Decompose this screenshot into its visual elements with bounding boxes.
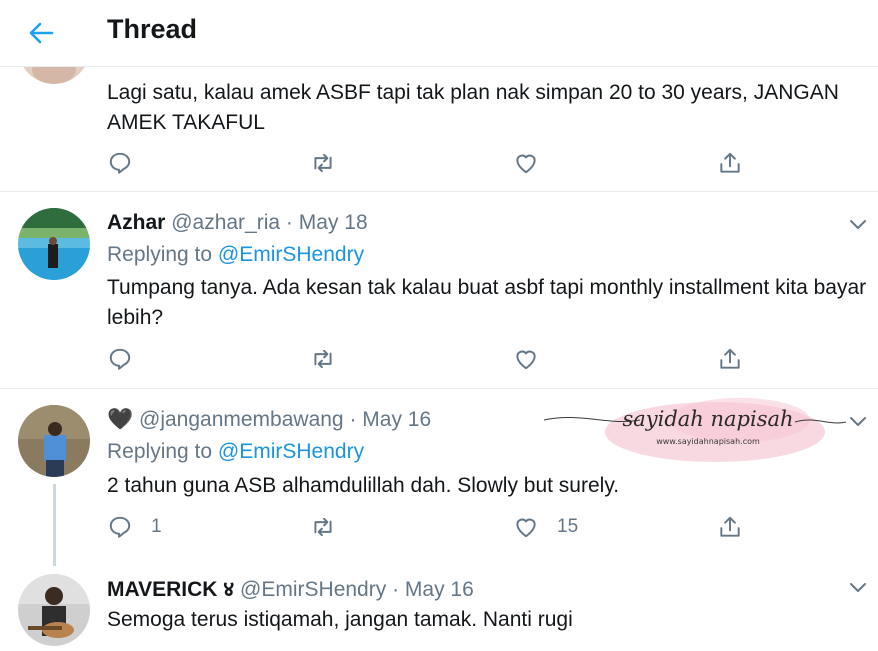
like-button[interactable] [513,345,539,373]
avatar[interactable] [18,208,90,280]
share-button[interactable] [717,345,743,373]
share-button[interactable] [717,513,743,541]
tweet-text: Lagi satu, kalau amek ASBF tapi tak plan… [107,81,839,134]
back-arrow-icon[interactable] [26,18,56,48]
tweet-text: Semoga terus istiqamah, jangan tamak. Na… [107,608,573,631]
replying-prefix: Replying to [107,440,213,463]
watermark-title: sayidah napisah [622,407,793,431]
replying-to: Replying to @EmirSHendry [107,243,364,267]
page-title: Thread [107,14,198,44]
tweet-meta: 🖤 @janganmembawang · May 16 [107,408,431,432]
mention-link[interactable]: @EmirSHendry [218,440,364,463]
watermark: sayidah napisah www.sayidahnapisah.com [540,382,850,470]
retweet-icon [314,349,332,369]
share-icon [720,152,740,173]
separator: · [285,211,293,234]
display-name[interactable]: 🖤 [107,408,133,431]
tweet-text: Tumpang tanya. Ada kesan tak kalau buat … [107,276,867,329]
retweet-button[interactable] [310,149,336,177]
heart-icon [516,154,536,174]
tweet-date[interactable]: May 16 [362,408,431,431]
tweet-date[interactable]: May 16 [405,578,474,601]
separator: · [349,408,357,431]
chevron-down-icon[interactable] [846,212,870,236]
mention-link[interactable]: @EmirSHendry [218,243,364,266]
share-icon [720,516,740,537]
share-button[interactable] [717,149,743,177]
heart-icon [516,518,536,538]
retweet-button[interactable] [310,513,336,541]
share-icon [720,348,740,369]
replying-prefix: Replying to [107,243,213,266]
tweet-2[interactable]: Azhar @azhar_ria · May 18 Replying to @E… [0,192,878,388]
retweet-icon [314,517,332,537]
retweet-icon [314,153,332,173]
retweet-button[interactable] [310,345,336,373]
thread-connector-line [53,484,56,566]
reply-button[interactable]: 1 [107,513,162,541]
user-handle[interactable]: @EmirSHendry [240,578,386,601]
reply-count: 1 [151,516,162,537]
reply-icon [109,348,131,370]
avatar[interactable] [18,405,90,477]
user-handle[interactable]: @azhar_ria [171,211,280,234]
reply-button[interactable] [107,149,133,177]
user-handle[interactable]: @janganmembawang [139,408,344,431]
heart-icon [516,350,536,370]
like-button[interactable]: 15 [513,513,578,541]
reply-icon [109,152,131,174]
replying-to: Replying to @EmirSHendry [107,440,364,464]
tweet-meta: MAVERICK ४ @EmirSHendry · May 16 [107,575,474,603]
tweet-meta: Azhar @azhar_ria · May 18 [107,211,368,235]
tweet-date[interactable]: May 18 [299,211,368,234]
reply-button[interactable] [107,345,133,373]
like-button[interactable] [513,149,539,177]
tweet-text: 2 tahun guna ASB alhamdulillah dah. Slow… [107,474,620,497]
reply-icon [109,516,131,538]
thread-header: Thread [0,0,878,67]
display-name[interactable]: MAVERICK ४ [107,578,234,601]
display-name[interactable]: Azhar [107,211,165,234]
separator: · [392,578,400,601]
chevron-down-icon[interactable] [846,575,870,599]
like-count: 15 [557,516,579,537]
avatar[interactable] [18,574,90,646]
tweet-4[interactable]: MAVERICK ४ @EmirSHendry · May 16 Semoga … [0,570,878,651]
watermark-url: www.sayidahnapisah.com [656,437,760,446]
